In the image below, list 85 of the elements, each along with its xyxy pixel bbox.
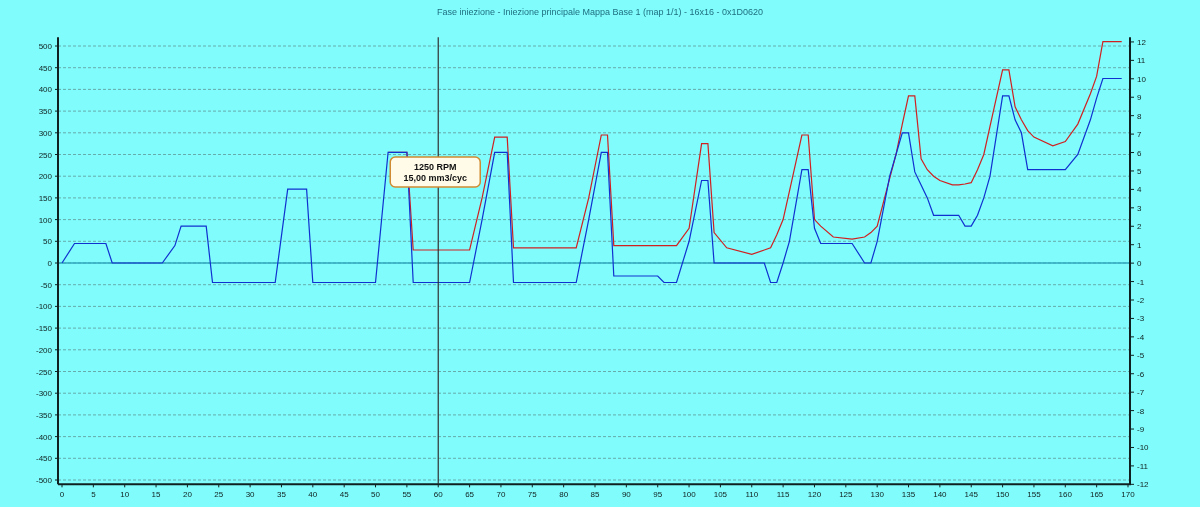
y2-tick-label: 11 bbox=[1137, 56, 1146, 66]
y2-tick-label: -3 bbox=[1137, 314, 1145, 324]
y-tick-label: 400 bbox=[38, 85, 52, 95]
y2-tick-label: -9 bbox=[1137, 425, 1145, 435]
x-tick-label: 35 bbox=[277, 490, 286, 499]
y2-tick-label: -1 bbox=[1137, 277, 1145, 287]
y2-tick-label: -12 bbox=[1137, 480, 1149, 490]
y-tick-label: 350 bbox=[38, 107, 52, 117]
x-tick-label: 95 bbox=[653, 490, 663, 499]
y-tick-label: -100 bbox=[36, 302, 52, 312]
y-tick-label: 100 bbox=[38, 215, 52, 225]
cursor-line[interactable] bbox=[437, 36, 439, 485]
x-tick-label: 30 bbox=[245, 490, 255, 499]
y-tick-label: -350 bbox=[36, 410, 52, 420]
y-tick-label: 150 bbox=[38, 193, 52, 203]
x-tick-label: 115 bbox=[776, 490, 790, 499]
x-tick-label: 155 bbox=[1027, 490, 1041, 499]
x-tick-label: 85 bbox=[590, 490, 600, 499]
y-tick-label: -150 bbox=[36, 324, 52, 334]
x-tick-label: 125 bbox=[839, 490, 853, 499]
x-tick-label: 25 bbox=[214, 490, 224, 499]
x-tick-label: 55 bbox=[402, 490, 412, 499]
y-tick-label: 250 bbox=[38, 150, 52, 160]
x-tick-label: 135 bbox=[901, 490, 916, 499]
x-tick-label: 15 bbox=[151, 490, 161, 499]
y2-tick-label: 12 bbox=[1137, 37, 1146, 47]
y2-tick-label: 5 bbox=[1137, 166, 1142, 176]
y-tick-label: 300 bbox=[38, 128, 52, 138]
y-tick-label: -250 bbox=[36, 367, 52, 377]
x-tick-label: 45 bbox=[339, 490, 349, 499]
y-tick-label: -50 bbox=[40, 280, 52, 290]
x-tick-label: 130 bbox=[870, 490, 884, 499]
tooltip-text: 1250 RPM bbox=[413, 162, 457, 172]
x-tick-label: 40 bbox=[308, 490, 318, 499]
y2-tick-label: -8 bbox=[1137, 406, 1145, 416]
y2-tick-label: -10 bbox=[1137, 443, 1149, 453]
y2-tick-label: -5 bbox=[1137, 351, 1145, 361]
x-tick-label: 105 bbox=[713, 490, 728, 499]
y2-tick-label: 6 bbox=[1137, 148, 1142, 158]
x-tick-label: 0 bbox=[59, 490, 65, 499]
y-tick-label: 200 bbox=[38, 172, 52, 182]
y2-tick-label: 7 bbox=[1137, 130, 1142, 140]
y2-tick-label: 8 bbox=[1137, 111, 1142, 121]
y2-tick-label: -4 bbox=[1137, 332, 1145, 342]
y-tick-label: -300 bbox=[36, 389, 52, 399]
chart-title: Fase iniezione - Iniezione principale Mappa Base 1 (map 1/1) - 16x16 - 0x1D0620 bbox=[436, 7, 764, 17]
tooltip-text: 15,00 mm3/cyc bbox=[403, 173, 467, 183]
x-tick-label: 10 bbox=[120, 490, 130, 499]
x-tick-label: 110 bbox=[745, 490, 759, 499]
y-tick-label: -450 bbox=[36, 454, 52, 464]
x-tick-label: 75 bbox=[527, 490, 537, 499]
y-tick-label: -200 bbox=[36, 345, 52, 355]
x-tick-label: 90 bbox=[621, 490, 631, 499]
y2-tick-label: 3 bbox=[1137, 203, 1142, 213]
y2-tick-label: 10 bbox=[1137, 74, 1146, 84]
y2-tick-label: 1 bbox=[1137, 240, 1142, 250]
y2-tick-label: -11 bbox=[1137, 461, 1148, 471]
x-tick-label: 80 bbox=[559, 490, 569, 499]
x-tick-label: 20 bbox=[182, 490, 192, 499]
y-tick-label: 450 bbox=[38, 63, 52, 73]
y-tick-label: -500 bbox=[36, 476, 52, 485]
x-tick-label: 120 bbox=[807, 490, 822, 499]
x-tick-label: 150 bbox=[995, 490, 1010, 499]
y2-tick-label: -6 bbox=[1137, 369, 1145, 379]
x-tick-label: 140 bbox=[933, 490, 947, 499]
y-tick-label: 500 bbox=[38, 42, 52, 51]
x-tick-label: 170 bbox=[1121, 490, 1135, 499]
y2-tick-label: 9 bbox=[1137, 93, 1142, 103]
y-tick-label: 0 bbox=[47, 259, 52, 268]
x-tick-label: 50 bbox=[371, 490, 380, 499]
y-tick-label: -400 bbox=[36, 432, 52, 442]
x-tick-label: 70 bbox=[496, 490, 506, 499]
x-tick-label: 100 bbox=[682, 490, 696, 499]
y2-tick-label: 2 bbox=[1137, 222, 1142, 232]
x-tick-label: 5 bbox=[91, 490, 96, 499]
y2-tick-label: 4 bbox=[1137, 185, 1142, 195]
x-tick-label: 165 bbox=[1089, 490, 1104, 499]
y-tick-label: 50 bbox=[43, 237, 52, 247]
x-tick-label: 145 bbox=[964, 490, 978, 499]
y2-tick-label: -7 bbox=[1137, 388, 1145, 398]
x-tick-label: 60 bbox=[433, 490, 443, 499]
x-tick-label: 65 bbox=[465, 490, 475, 499]
x-tick-label: 160 bbox=[1058, 490, 1072, 499]
y2-tick-label: -2 bbox=[1137, 296, 1145, 305]
y2-tick-label: 0 bbox=[1137, 259, 1142, 269]
